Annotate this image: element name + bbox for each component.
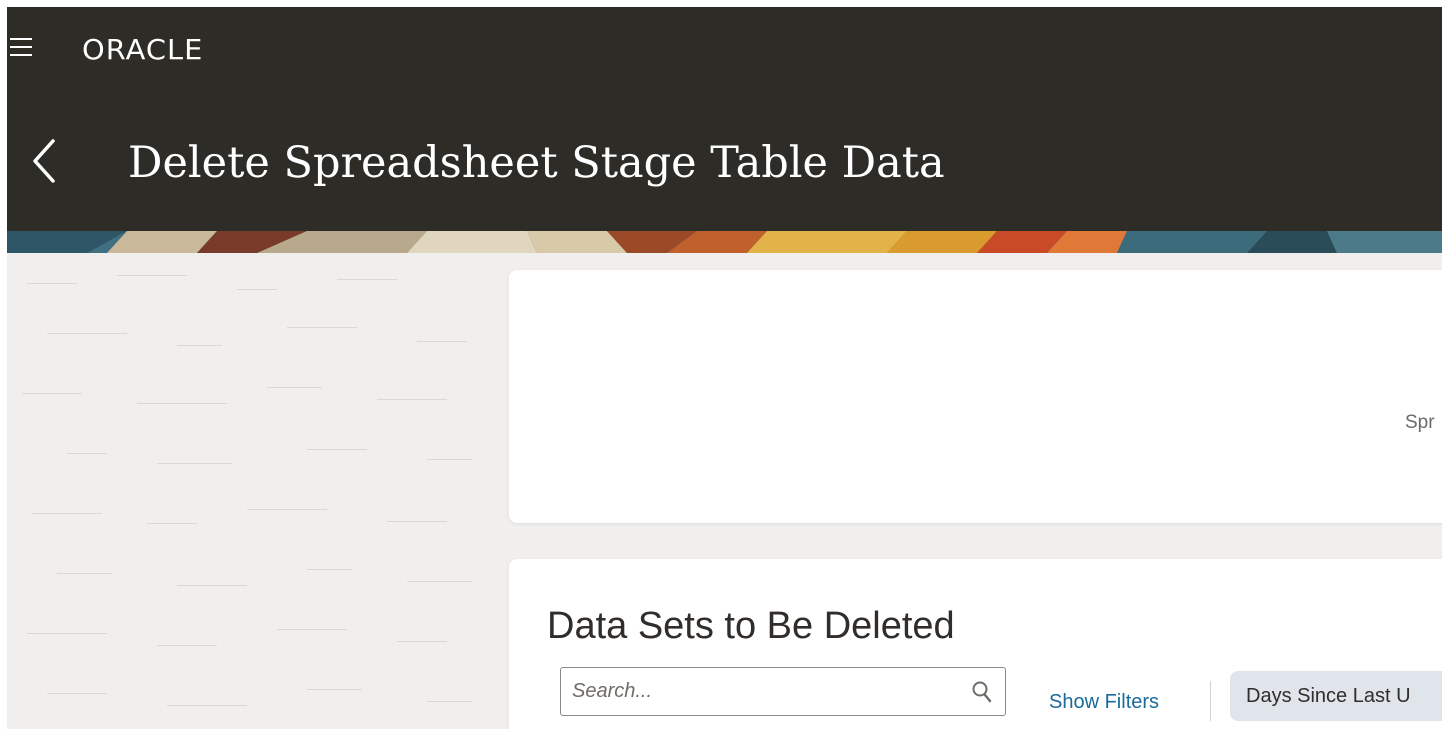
app-header: ORACLE Delete Spreadsheet Stage Table Da… [7, 7, 1442, 231]
info-card-text: Spr [1405, 412, 1435, 433]
page-title: Delete Spreadsheet Stage Table Data [128, 138, 945, 188]
hamburger-icon[interactable] [10, 38, 32, 56]
decorative-banner [7, 231, 1442, 253]
oracle-logo[interactable]: ORACLE [82, 36, 203, 64]
app-frame: ORACLE Delete Spreadsheet Stage Table Da… [7, 7, 1442, 729]
show-filters-link[interactable]: Show Filters [1049, 691, 1159, 714]
section-title: Data Sets to Be Deleted [547, 605, 955, 647]
filter-divider [1210, 681, 1211, 721]
search-input[interactable] [562, 669, 962, 714]
filter-chip-days-since-last-update[interactable]: Days Since Last U [1230, 671, 1442, 721]
search-icon[interactable] [971, 680, 993, 704]
info-card: Spr [509, 270, 1442, 523]
search-box[interactable] [560, 667, 1006, 716]
chevron-left-icon[interactable] [29, 137, 59, 185]
data-sets-card: Data Sets to Be Deleted Show Filters Day… [509, 559, 1442, 729]
